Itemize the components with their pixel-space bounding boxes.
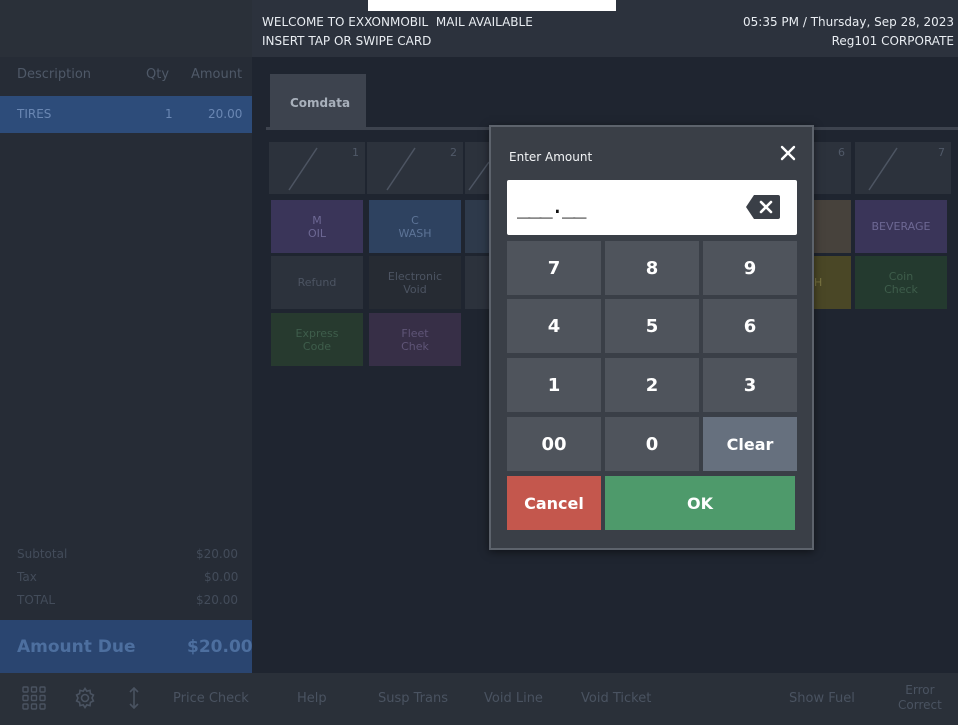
amount-due-bar: Amount Due $20.00	[0, 620, 253, 674]
column-description: Description	[17, 67, 92, 82]
dialog-title: Enter Amount	[509, 150, 593, 164]
close-icon[interactable]	[778, 143, 798, 163]
susp-trans-button[interactable]: Susp Trans	[378, 691, 448, 706]
key-8[interactable]: 8	[605, 241, 699, 295]
backspace-icon[interactable]	[745, 194, 781, 220]
bottom-toolbar: Price Check Help Susp Trans Void Line Vo…	[0, 673, 958, 725]
line-amount: 20.00	[208, 107, 243, 121]
column-qty: Qty	[146, 67, 170, 82]
electronic-void-button[interactable]: Electronic Void	[369, 256, 461, 309]
amount-due-value: $20.00	[187, 637, 253, 657]
show-fuel-button[interactable]: Show Fuel	[789, 691, 855, 706]
m-oil-button[interactable]: M OIL	[271, 200, 363, 253]
fuel-slot-6[interactable]: 6	[814, 142, 851, 194]
key-0[interactable]: 0	[605, 417, 699, 471]
amount-input[interactable]: ___.__	[507, 180, 797, 235]
key-4[interactable]: 4	[507, 299, 601, 353]
beverage-button[interactable]: BEVERAGE	[855, 200, 947, 253]
tax-value: $0.00	[204, 570, 239, 584]
key-00[interactable]: 00	[507, 417, 601, 471]
clock-date: 05:35 PM / Thursday, Sep 28, 2023	[743, 15, 954, 29]
empty-slot-icon	[386, 147, 416, 191]
partial-h-button[interactable]: H	[814, 256, 851, 309]
amount-due-label: Amount Due	[17, 637, 136, 657]
key-3[interactable]: 3	[703, 358, 797, 412]
subtotal-value: $20.00	[196, 547, 238, 561]
coin-check-button[interactable]: Coin Check	[855, 256, 947, 309]
error-correct-line1: Error	[905, 683, 935, 697]
empty-slot-icon	[288, 147, 318, 191]
c-wash-button[interactable]: C WASH	[369, 200, 461, 253]
grid-menu-icon[interactable]	[22, 683, 52, 713]
header-left-blank	[0, 0, 252, 57]
fuel-slot-3[interactable]	[465, 142, 489, 194]
price-check-button[interactable]: Price Check	[173, 691, 249, 706]
fleet-check-button[interactable]: Fleet Chek	[369, 313, 461, 366]
header-white-strip	[368, 0, 616, 11]
amount-display: ___.__	[517, 194, 586, 219]
grid-button-partial-right[interactable]	[814, 200, 851, 253]
key-2[interactable]: 2	[605, 358, 699, 412]
line-description: TIRES	[17, 107, 52, 121]
error-correct-line2: Correct	[898, 698, 942, 712]
slot-number: 2	[450, 146, 457, 159]
slot-number: 6	[838, 146, 845, 159]
slot-number: 1	[352, 146, 359, 159]
gear-icon[interactable]	[73, 683, 103, 713]
tab-comdata[interactable]: Comdata	[270, 74, 366, 128]
key-5[interactable]: 5	[605, 299, 699, 353]
key-9[interactable]: 9	[703, 241, 797, 295]
updown-arrow-icon[interactable]	[124, 683, 154, 713]
grid-button-partial[interactable]	[465, 200, 489, 253]
grid-button-partial-2[interactable]	[465, 256, 489, 309]
enter-amount-dialog: Enter Amount ___.__ 7 8 9 4 5 6 1 2 3 00…	[489, 125, 814, 550]
void-ticket-button[interactable]: Void Ticket	[581, 691, 651, 706]
subtotal-label: Subtotal	[17, 547, 68, 561]
pos-screen: WELCOME TO EXXONMOBIL MAIL AVAILABLE INS…	[0, 0, 958, 725]
key-1[interactable]: 1	[507, 358, 601, 412]
key-7[interactable]: 7	[507, 241, 601, 295]
line-qty: 1	[165, 107, 173, 121]
clear-button[interactable]: Clear	[703, 417, 797, 471]
error-correct-button[interactable]: Error Correct	[898, 683, 942, 713]
card-prompt: INSERT TAP OR SWIPE CARD	[262, 34, 432, 48]
header-bar: WELCOME TO EXXONMOBIL MAIL AVAILABLE INS…	[0, 0, 958, 57]
express-code-button[interactable]: Express Code	[271, 313, 363, 366]
cancel-button[interactable]: Cancel	[507, 476, 601, 530]
welcome-message: WELCOME TO EXXONMOBIL MAIL AVAILABLE	[262, 15, 533, 29]
ticket-line-item[interactable]: TIRES 1 20.00	[0, 96, 252, 133]
key-6[interactable]: 6	[703, 299, 797, 353]
register-info: Reg101 CORPORATE	[831, 34, 954, 48]
ok-button[interactable]: OK	[605, 476, 795, 530]
column-amount: Amount	[191, 67, 243, 82]
total-value: $20.00	[196, 593, 238, 607]
totals-section: Subtotal $20.00 Tax $0.00 TOTAL $20.00	[0, 547, 252, 616]
tax-label: Tax	[17, 570, 37, 584]
void-line-button[interactable]: Void Line	[484, 691, 543, 706]
refund-button[interactable]: Refund	[271, 256, 363, 309]
empty-slot-icon	[468, 161, 489, 191]
ticket-panel: Description Qty Amount TIRES 1 20.00 Sub…	[0, 57, 253, 674]
fuel-slot-7[interactable]: 7	[855, 142, 951, 194]
fuel-slot-2[interactable]: 2	[367, 142, 463, 194]
slot-number: 7	[938, 146, 945, 159]
help-button[interactable]: Help	[297, 691, 327, 706]
total-label: TOTAL	[17, 593, 56, 607]
empty-slot-icon	[868, 147, 898, 191]
fuel-slot-1[interactable]: 1	[269, 142, 365, 194]
